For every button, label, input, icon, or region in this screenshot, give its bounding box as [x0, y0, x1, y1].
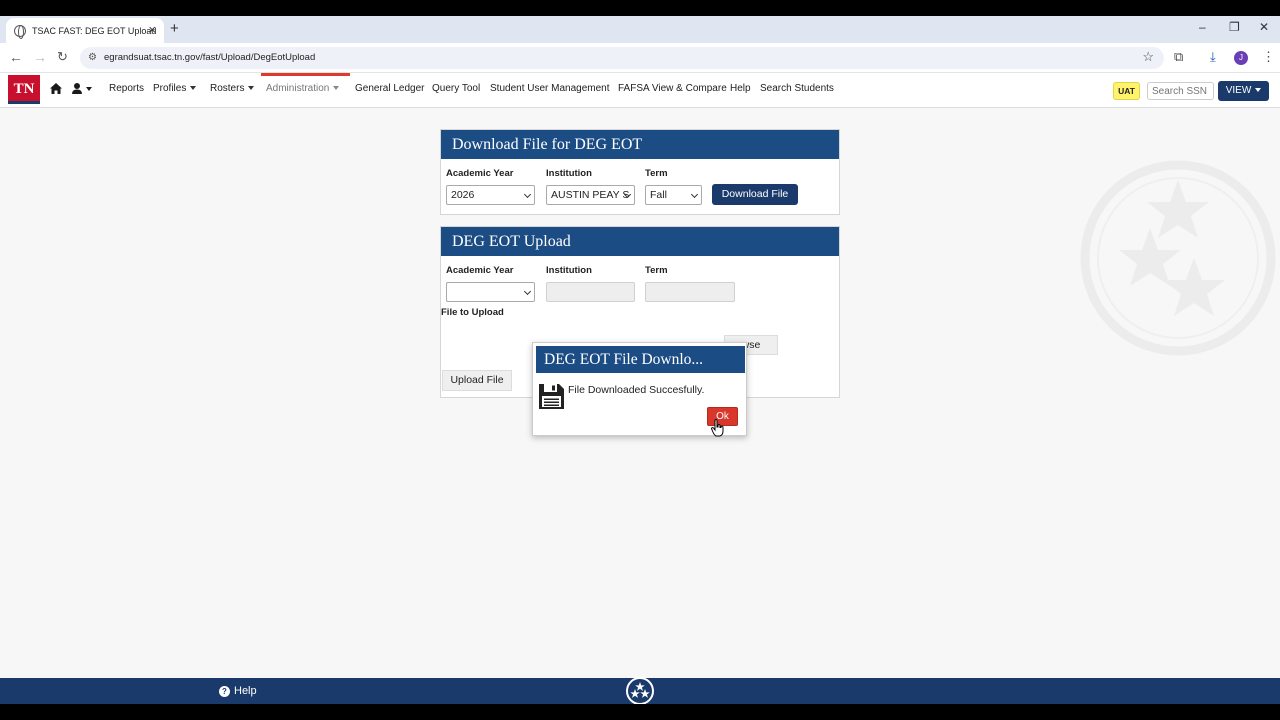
- view-menu-label: VIEW: [1225, 85, 1252, 96]
- institution-label: Institution: [546, 168, 592, 179]
- chevron-down-icon: [523, 287, 532, 296]
- tab-search-icon[interactable]: ⧉: [1174, 49, 1183, 65]
- bookmark-star-icon[interactable]: ☆: [1142, 49, 1154, 65]
- back-icon[interactable]: ←: [9, 49, 23, 65]
- footer-help-link[interactable]: ? Help: [219, 685, 257, 697]
- screen: TSAC FAST: DEG EOT Upload × + – ❐ ✕ ← → …: [0, 0, 1280, 720]
- nav-profiles-label: Profiles: [153, 83, 187, 94]
- download-icon[interactable]: ⤓: [1210, 49, 1216, 65]
- minimize-icon[interactable]: –: [1199, 20, 1206, 34]
- chevron-down-icon: [523, 190, 532, 199]
- environment-badge: UAT: [1113, 82, 1140, 100]
- chevron-down-icon: [1255, 88, 1262, 93]
- nav-help[interactable]: Help: [730, 83, 751, 94]
- tab-title: TSAC FAST: DEG EOT Upload: [32, 25, 157, 36]
- academic-year-value: 2026: [451, 189, 475, 201]
- nav-search-students[interactable]: Search Students: [760, 83, 834, 94]
- user-menu-icon[interactable]: [72, 83, 94, 94]
- view-menu-button[interactable]: VIEW: [1218, 81, 1269, 101]
- upload-institution-label: Institution: [546, 265, 592, 276]
- download-file-button[interactable]: Download File: [712, 184, 798, 205]
- nav-administration-label: Administration: [266, 83, 330, 94]
- browser-tabstrip: TSAC FAST: DEG EOT Upload × + – ❐ ✕: [0, 16, 1280, 43]
- floppy-disk-icon: [539, 384, 564, 409]
- upload-term-field: [645, 282, 735, 302]
- term-select[interactable]: Fall: [645, 185, 702, 205]
- search-ssn-input[interactable]: [1147, 82, 1214, 100]
- dialog-title: DEG EOT File Downlo...: [536, 346, 745, 373]
- nav-student-user-management[interactable]: Student User Management: [490, 83, 610, 94]
- profile-avatar[interactable]: J: [1234, 51, 1248, 65]
- nav-fafsa-view-compare[interactable]: FAFSA View & Compare: [618, 83, 727, 94]
- download-panel-title: Download File for DEG EOT: [441, 130, 839, 159]
- academic-year-label: Academic Year: [446, 168, 514, 179]
- dialog-message: File Downloaded Succesfully.: [568, 384, 705, 396]
- nav-reports[interactable]: Reports: [109, 83, 144, 94]
- term-value: Fall: [650, 189, 667, 201]
- upload-academic-year-select[interactable]: [446, 282, 535, 302]
- address-bar: ← → ↻ ⚙ egrandsuat.tsac.tn.gov/fast/Uplo…: [0, 43, 1280, 73]
- institution-value: AUSTIN PEAY S: [551, 189, 630, 201]
- institution-select[interactable]: AUSTIN PEAY S: [546, 185, 635, 205]
- upload-institution-field: [546, 282, 635, 302]
- globe-icon: [14, 24, 26, 39]
- tennessee-seal-icon: [626, 677, 654, 705]
- new-tab-icon[interactable]: +: [170, 20, 179, 37]
- url-text: egrandsuat.tsac.tn.gov/fast/Upload/DegEo…: [104, 52, 316, 63]
- close-tab-icon[interactable]: ×: [148, 22, 156, 37]
- site-info-icon[interactable]: ⚙: [88, 52, 97, 63]
- site-navbar: TN Reports Profiles Rosters Administrati…: [0, 73, 1280, 108]
- nav-rosters-label: Rosters: [210, 83, 245, 94]
- chevron-down-icon: [333, 86, 340, 91]
- tennessee-seal-watermark: [1080, 160, 1276, 356]
- nav-reports-label: Reports: [109, 83, 145, 94]
- term-label: Term: [645, 168, 668, 179]
- nav-profiles[interactable]: Profiles: [153, 83, 197, 94]
- site-footer: ? Help: [0, 677, 1280, 705]
- download-panel: Download File for DEG EOT Academic Year …: [440, 129, 840, 215]
- browser-tab[interactable]: TSAC FAST: DEG EOT Upload ×: [6, 18, 164, 43]
- close-window-icon[interactable]: ✕: [1259, 20, 1269, 34]
- browser-menu-icon[interactable]: ⋮: [1262, 49, 1275, 65]
- nav-general-ledger[interactable]: General Ledger: [355, 83, 425, 94]
- tn-logo[interactable]: TN: [8, 75, 40, 104]
- nav-administration[interactable]: Administration: [266, 83, 340, 94]
- academic-year-select[interactable]: 2026: [446, 185, 535, 205]
- chevron-down-icon: [248, 86, 255, 91]
- forward-icon[interactable]: →: [33, 49, 47, 65]
- chevron-down-icon: [690, 190, 699, 199]
- chevron-down-icon: [190, 86, 197, 91]
- active-nav-indicator: [261, 73, 350, 76]
- file-to-upload-label: File to Upload: [441, 307, 504, 318]
- upload-file-button[interactable]: Upload File: [442, 370, 512, 391]
- letterbox-bottom: [0, 704, 1280, 720]
- footer-help-label: Help: [234, 685, 257, 697]
- upload-panel-title: DEG EOT Upload: [441, 227, 839, 256]
- restore-icon[interactable]: ❐: [1229, 20, 1240, 34]
- letterbox-top: [0, 0, 1280, 16]
- omnibox[interactable]: ⚙ egrandsuat.tsac.tn.gov/fast/Upload/Deg…: [80, 47, 1164, 69]
- hand-cursor-icon: [711, 419, 724, 437]
- upload-academic-year-label: Academic Year: [446, 265, 514, 276]
- upload-term-label: Term: [645, 265, 668, 276]
- nav-query-tool[interactable]: Query Tool: [432, 83, 480, 94]
- nav-rosters[interactable]: Rosters: [210, 83, 255, 94]
- question-circle-icon: ?: [219, 685, 230, 697]
- home-icon[interactable]: [50, 83, 62, 94]
- reload-icon[interactable]: ↻: [57, 49, 68, 65]
